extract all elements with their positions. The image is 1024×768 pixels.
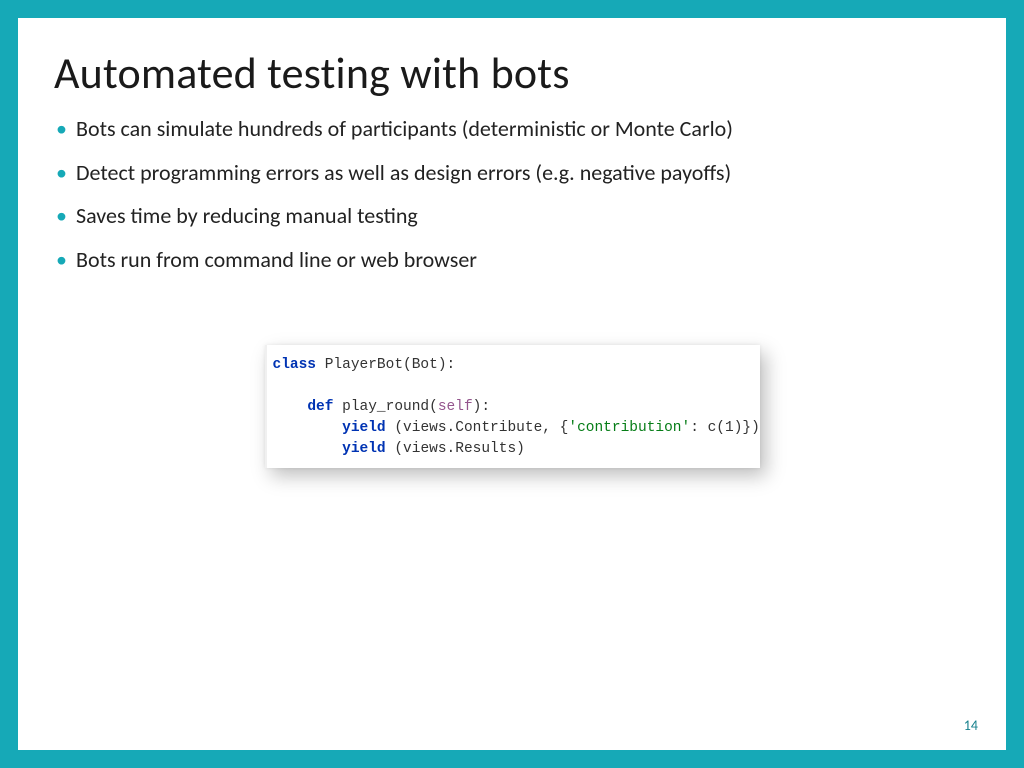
bullet-item: Bots run from command line or web browse… — [76, 245, 970, 275]
slide-frame: Automated testing with bots Bots can sim… — [0, 0, 1024, 768]
code-block: class PlayerBot(Bot): def play_round(sel… — [273, 355, 748, 460]
yield-expr: : c(1)}) — [690, 420, 760, 436]
fn-decl: play_round( — [333, 399, 437, 415]
slide-title: Automated testing with bots — [54, 46, 970, 100]
code-snippet: class PlayerBot(Bot): def play_round(sel… — [265, 345, 760, 468]
bullet-item: Saves time by reducing manual testing — [76, 201, 970, 231]
yield-expr: (views.Results) — [386, 441, 525, 457]
slide-content: Automated testing with bots Bots can sim… — [18, 18, 1006, 750]
fn-close: ): — [473, 399, 490, 415]
bullet-item: Bots can simulate hundreds of participan… — [76, 114, 970, 144]
keyword-yield: yield — [342, 441, 386, 457]
yield-expr: (views.Contribute, { — [386, 420, 569, 436]
keyword-class: class — [273, 357, 317, 373]
param-self: self — [438, 399, 473, 415]
bullet-list: Bots can simulate hundreds of participan… — [54, 114, 970, 275]
bullet-item: Detect programming errors as well as des… — [76, 158, 970, 188]
page-number: 14 — [964, 717, 978, 734]
string-literal: 'contribution' — [568, 420, 690, 436]
keyword-def: def — [307, 399, 333, 415]
keyword-yield: yield — [342, 420, 386, 436]
class-decl: PlayerBot(Bot): — [316, 357, 455, 373]
